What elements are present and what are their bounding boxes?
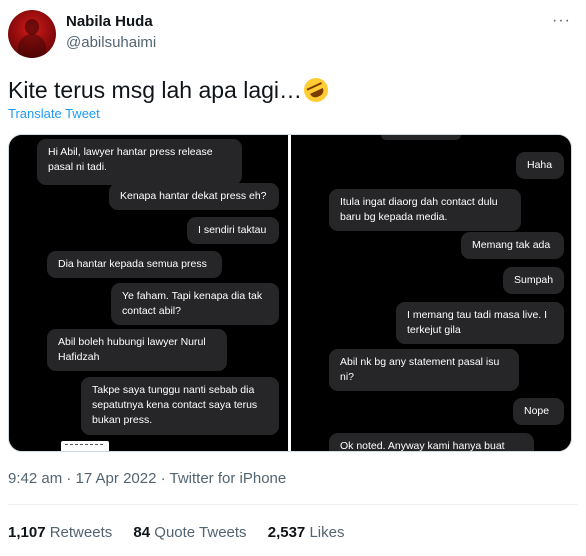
chat-bubble: Abil nk bg any statement pasal isu ni? [329,349,519,391]
likes-stat[interactable]: 2,537 Likes [268,524,345,541]
tweet-meta: 9:42 am · 17 Apr 2022 · Twitter for iPho… [8,470,286,487]
tweet-timestamp[interactable]: 9:42 am · 17 Apr 2022 · [8,470,170,487]
chat-bubble: Dia hantar kepada semua press [47,251,222,278]
chat-bubble: I sendiri taktau [187,217,279,244]
retweets-label: Retweets [49,524,113,541]
chat-bubble: Abil boleh hubungi lawyer Nurul Hafidzah [47,329,227,371]
chat-bubble: Sumpah [503,267,564,294]
chat-bubble: Haha [516,152,564,179]
chat-bubble: Nope [513,398,564,425]
more-options-icon[interactable]: ··· [552,12,571,30]
chat-bubble: Ye faham. Tapi kenapa dia tak contact ab… [111,283,279,325]
likes-label: Likes [309,524,345,541]
cropped-sticker [61,441,109,451]
chat-screenshot-left[interactable]: Hi Abil, lawyer hantar press release pas… [9,135,288,451]
tweet-text-body: Kite terus msg lah apa lagi… [8,77,303,103]
chat-bubble: Kenapa hantar dekat press eh? [109,183,279,210]
tweet-stats: 1,107 Retweets 84 Quote Tweets 2,537 Lik… [8,524,361,541]
author-name[interactable]: Nabila Huda [66,13,153,30]
rolling-on-floor-laughing-emoji-icon [300,74,332,106]
chat-bubble: Hi Abil, lawyer hantar press release pas… [37,139,242,185]
avatar-silhouette-body [18,34,46,58]
likes-count: 2,537 [267,524,306,541]
retweets-stat[interactable]: 1,107 Retweets [8,524,112,541]
chat-bubble-cut [381,135,461,140]
tweet-text: Kite terus msg lah apa lagi… [8,74,332,106]
retweets-count: 1,107 [8,524,46,541]
avatar-silhouette-head [25,19,39,35]
author-handle[interactable]: @abilsuhaimi [66,34,156,51]
divider [8,504,578,505]
quote-tweets-stat[interactable]: 84 Quote Tweets [133,524,246,541]
translate-tweet-link[interactable]: Translate Tweet [8,106,100,121]
chat-bubble: I memang tau tadi masa live. I terkejut … [396,302,564,344]
chat-bubble: Itula ingat diaorg dah contact dulu baru… [329,189,521,231]
chat-bubble: Ok noted. Anyway kami hanya buat [329,433,534,451]
media-attachment[interactable]: Hi Abil, lawyer hantar press release pas… [8,134,572,452]
chat-bubble: Memang tak ada [461,232,564,259]
quote-tweets-label: Quote Tweets [154,524,247,541]
avatar[interactable] [8,10,56,58]
tweet-source[interactable]: Twitter for iPhone [170,470,287,487]
chat-bubble: Takpe saya tunggu nanti sebab dia sepatu… [81,377,279,435]
quote-tweets-count: 84 [133,524,151,541]
chat-screenshot-right[interactable]: Haha Itula ingat diaorg dah contact dulu… [291,135,571,451]
